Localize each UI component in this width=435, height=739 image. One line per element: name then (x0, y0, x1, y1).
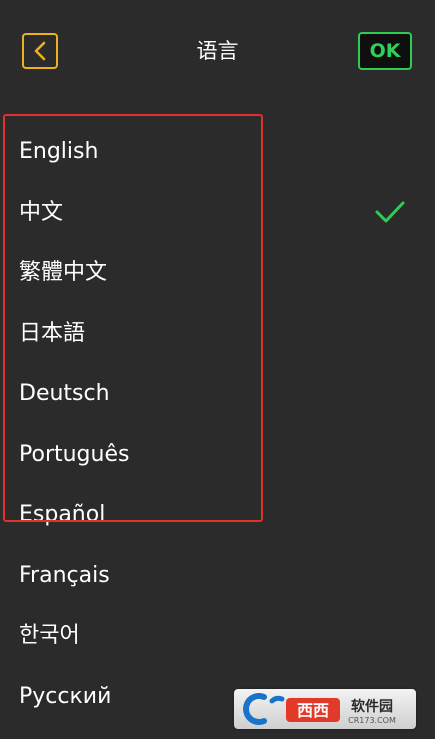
watermark-logo: 西西 软件园 CR173.COM (234, 689, 416, 729)
language-item-chinese-traditional[interactable]: 繁體中文 (0, 243, 435, 304)
language-item-japanese[interactable]: 日本語 (0, 304, 435, 365)
svg-text:软件园: 软件园 (351, 698, 393, 715)
language-item-chinese-simplified[interactable]: 中文 (0, 183, 435, 244)
language-item-german[interactable]: Deutsch (0, 364, 435, 425)
svg-text:西西: 西西 (297, 701, 329, 720)
language-label: 中文 (19, 199, 64, 225)
language-label: 繁體中文 (19, 260, 108, 285)
language-item-english[interactable]: English (0, 122, 435, 183)
language-item-korean[interactable]: 한국어 (0, 606, 435, 667)
language-label: Français (19, 562, 110, 588)
language-label: English (19, 139, 99, 164)
watermark-logo-graphic: 西西 软件园 CR173.COM (243, 693, 396, 725)
language-list: English 中文 繁體中文 日本語 Deutsch Português Es… (0, 122, 435, 727)
language-label: Русский (19, 683, 112, 709)
language-label: 한국어 (19, 623, 80, 648)
language-label: Deutsch (19, 381, 110, 406)
language-settings-screen: 语言 OK English 中文 繁體中文 日本語 Deutsch Portug… (0, 0, 435, 739)
check-icon (375, 201, 405, 222)
language-label: Español (19, 502, 106, 527)
language-item-spanish[interactable]: Español (0, 485, 435, 546)
ok-button[interactable]: OK (358, 32, 412, 70)
language-label: 日本語 (19, 320, 86, 346)
language-item-portuguese[interactable]: Português (0, 425, 435, 486)
header-bar: 语言 OK (0, 0, 435, 104)
language-label: Português (19, 441, 130, 467)
svg-text:CR173.COM: CR173.COM (348, 716, 396, 725)
language-item-french[interactable]: Français (0, 546, 435, 607)
